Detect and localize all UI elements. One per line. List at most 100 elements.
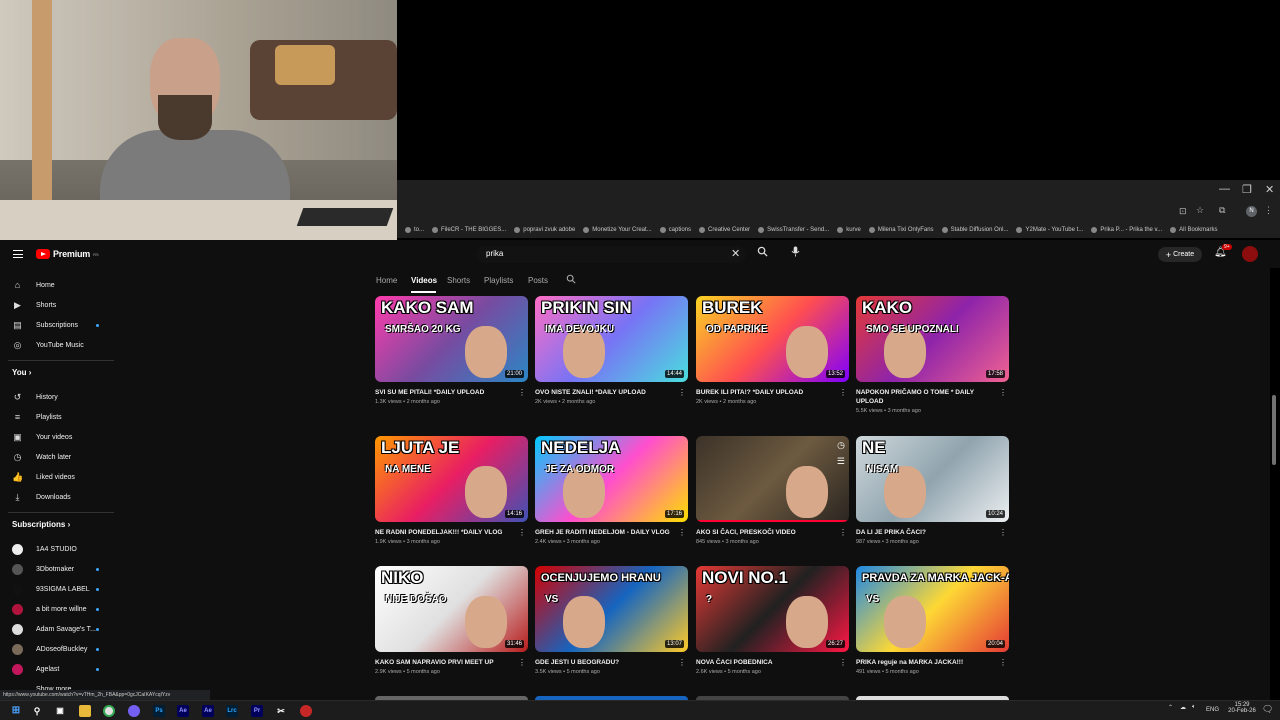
account-avatar[interactable] <box>1242 246 1258 262</box>
sidebar-item[interactable]: ◎ YouTube Music <box>0 336 115 354</box>
video-title[interactable]: NOVA ČACI POBEDNICA <box>696 658 836 667</box>
sidebar-item[interactable]: 👍 Liked videos <box>0 468 115 486</box>
bookmark-item[interactable]: Prika P... - Prika the v... <box>1091 227 1162 233</box>
video-card[interactable]: PRAVDA ZA MARKA JACK-A VS 20:04 PRIKA reguj… <box>856 566 1009 675</box>
sidebar-item[interactable]: ⌂ Home <box>0 276 115 294</box>
video-title[interactable]: OVO NISTE ZNALI! *DAILY UPLOAD <box>535 388 675 397</box>
video-card[interactable]: NOVI NO.1? 26:27 NOVA ČACI POBEDNICA 2.6K v… <box>696 566 849 675</box>
tab-home[interactable]: Home <box>376 276 397 285</box>
sidebar-item[interactable]: ⤓ Downloads <box>0 488 115 506</box>
bookmark-item[interactable]: Y2Mate - YouTube t... <box>1016 227 1083 233</box>
page-scrollbar[interactable] <box>1272 395 1276 465</box>
taskbar-app-ps-icon[interactable]: Ps <box>153 705 165 717</box>
bookmark-item[interactable]: SwissTransfer - Send... <box>758 227 829 233</box>
sidebar-item[interactable]: ◷ Watch later <box>0 448 115 466</box>
tab-videos[interactable]: Videos <box>411 276 437 285</box>
bookmark-item[interactable]: kurve <box>837 227 861 233</box>
tab-posts[interactable]: Posts <box>528 276 548 285</box>
more-actions-icon[interactable]: ⋮ <box>999 528 1007 537</box>
more-actions-icon[interactable]: ⋮ <box>999 658 1007 667</box>
tab-playlists[interactable]: Playlists <box>484 276 513 285</box>
sidebar-item[interactable]: a bit more willne <box>0 600 115 618</box>
minimize-button[interactable]: — <box>1219 183 1230 195</box>
maximize-button[interactable]: ❐ <box>1242 183 1252 196</box>
video-thumbnail[interactable]: NE NISAM 10:24 <box>856 436 1009 522</box>
volume-icon[interactable]: 🔈︎ <box>1192 704 1196 711</box>
chrome-icon[interactable] <box>103 705 115 717</box>
video-card[interactable]: KAKO SAM SMRŠAO 20 KG 21:00 SVI SU ME PITAL… <box>375 296 528 405</box>
network-icon[interactable]: ☁ <box>1180 704 1186 711</box>
video-card[interactable]: BUREK OD PAPRIKE 13:52 BUREK ILI PITA!? *DA… <box>696 296 849 405</box>
bookmark-star-icon[interactable]: ☆ <box>1196 205 1204 216</box>
sidebar-item[interactable]: ▣ Your videos <box>0 428 115 446</box>
close-window-button[interactable]: ✕ <box>1265 183 1274 196</box>
more-actions-icon[interactable]: ⋮ <box>839 528 847 537</box>
more-actions-icon[interactable]: ⋮ <box>678 528 686 537</box>
sidebar-item[interactable]: Agelast <box>0 660 115 678</box>
install-app-icon[interactable]: ⊡ <box>1179 206 1187 217</box>
sidebar-you-heading[interactable]: You › <box>12 368 31 377</box>
youtube-logo[interactable]: Premium RS <box>36 249 99 259</box>
video-card[interactable]: ◷ ☰ AKO SI ČACI, PRESKOČI VIDEO 845 views •… <box>696 436 849 545</box>
more-actions-icon[interactable]: ⋮ <box>678 658 686 667</box>
video-title[interactable]: GDE JESTI U BEOGRADU? <box>535 658 675 667</box>
sidebar-item[interactable]: ▤ Subscriptions <box>0 316 115 334</box>
video-thumbnail[interactable]: OCENJUJEMO HRANU VS 13:07 <box>535 566 688 652</box>
video-card[interactable]: PRIKIN SIN IMA DEVOJKU 14:44 OVO NISTE ZNAL… <box>535 296 688 405</box>
bookmark-item[interactable]: Stable Diffusion Onl... <box>941 227 1008 233</box>
menu-icon[interactable] <box>13 250 23 258</box>
video-title[interactable]: KAKO SAM NAPRAVIO PRVI MEET UP <box>375 658 515 667</box>
notifications-button[interactable]: 🔔︎ 9+ <box>1214 244 1232 258</box>
video-thumbnail[interactable]: NEDELJA JE ZA ODMOR 17:16 <box>535 436 688 522</box>
windows-start-icon[interactable]: ⊞ <box>10 705 22 717</box>
browser-menu-icon[interactable]: ⋮ <box>1264 205 1273 216</box>
video-title[interactable]: DA LI JE PRIKA ČACI? <box>856 528 996 537</box>
tray-chevron-icon[interactable]: ⌃ <box>1168 704 1173 711</box>
sidebar-item[interactable]: 1A4 STUDIO <box>0 540 115 558</box>
video-card[interactable]: LJUTA JE NA MENE 14:16 NE RADNI PONEDELJAK!… <box>375 436 528 545</box>
video-thumbnail[interactable]: KAKO SMO SE UPOZNALI 17:58 <box>856 296 1009 382</box>
video-title[interactable]: AKO SI ČACI, PRESKOČI VIDEO <box>696 528 836 537</box>
video-thumbnail[interactable]: NIKO NIJE DOŠAO 31:46 <box>375 566 528 652</box>
channel-search-icon[interactable] <box>566 274 576 286</box>
video-thumbnail[interactable]: PRIKIN SIN IMA DEVOJKU 14:44 <box>535 296 688 382</box>
more-actions-icon[interactable]: ⋮ <box>839 658 847 667</box>
create-button[interactable]: + Create <box>1158 247 1202 262</box>
search-button[interactable] <box>752 246 772 263</box>
taskbar-app-ae-icon[interactable]: Ae <box>202 705 214 717</box>
bookmark-item[interactable]: All Bookmarks <box>1170 227 1217 233</box>
more-actions-icon[interactable]: ⋮ <box>678 388 686 397</box>
voice-search-button[interactable] <box>787 246 804 263</box>
task-view-icon[interactable]: ▣ <box>54 705 66 717</box>
watch-later-icon[interactable]: ◷ <box>837 440 845 451</box>
bookmark-item[interactable]: Milena Tixi OnlyFans <box>868 227 934 233</box>
video-title[interactable]: GREH JE RADITI NEDELJOM - DAILY VLOG <box>535 528 675 537</box>
video-card[interactable]: NE NISAM 10:24 DA LI JE PRIKA ČACI? 987 view… <box>856 436 1009 545</box>
notification-center-icon[interactable]: 🗨︎ <box>1262 704 1273 715</box>
video-title[interactable]: PRIKA reguje na MARKA JACKA!!! <box>856 658 996 667</box>
video-card[interactable]: NEDELJA JE ZA ODMOR 17:16 GREH JE RADITI NE… <box>535 436 688 545</box>
video-card[interactable]: OCENJUJEMO HRANU VS 13:07 GDE JESTI U BEOGR… <box>535 566 688 675</box>
more-actions-icon[interactable]: ⋮ <box>518 658 526 667</box>
sidebar-item[interactable]: Adam Savage's T... <box>0 620 115 638</box>
search-icon[interactable]: ⚲ <box>31 705 43 717</box>
more-actions-icon[interactable]: ⋮ <box>518 388 526 397</box>
bookmark-item[interactable]: popravi zvuk adobe <box>514 227 575 233</box>
snipping-tool-icon[interactable]: ✂ <box>275 705 287 717</box>
taskbar-app-pr-icon[interactable]: Pr <box>251 705 263 717</box>
video-thumbnail[interactable]: ◷ ☰ <box>696 436 849 522</box>
taskbar-app-lrc-icon[interactable]: Lrc <box>226 705 238 717</box>
search-input[interactable]: prika ✕ <box>476 246 746 263</box>
sidebar-item[interactable]: 93SIGMA LABEL <box>0 580 115 598</box>
sidebar-item[interactable]: ≡ Playlists <box>0 408 115 426</box>
video-title[interactable]: NAPOKON PRIČAMO O TOME * DAILY UPLOAD <box>856 388 996 406</box>
video-card[interactable]: KAKO SMO SE UPOZNALI 17:58 NAPOKON PRIČAMO … <box>856 296 1009 414</box>
more-actions-icon[interactable]: ⋮ <box>999 388 1007 397</box>
add-to-queue-icon[interactable]: ☰ <box>837 456 845 467</box>
bookmark-item[interactable]: Creative Center <box>699 227 750 233</box>
video-title[interactable]: SVI SU ME PITALI! *DAILY UPLOAD <box>375 388 515 397</box>
profile-avatar[interactable]: N <box>1246 206 1257 217</box>
video-thumbnail[interactable]: NOVI NO.1? 26:27 <box>696 566 849 652</box>
bookmark-item[interactable]: Monetize Your Creat... <box>583 227 652 233</box>
more-actions-icon[interactable]: ⋮ <box>518 528 526 537</box>
